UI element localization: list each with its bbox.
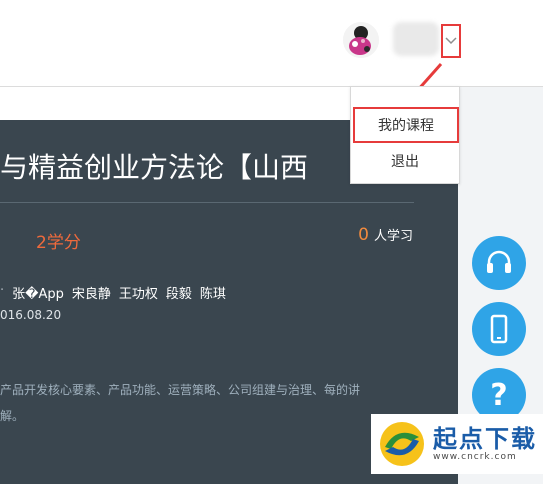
course-date: 016.08.20 [0, 308, 62, 322]
support-button[interactable] [472, 236, 526, 290]
menu-item-my-courses[interactable]: 我的课程 [353, 107, 459, 143]
avatar[interactable] [343, 22, 379, 58]
username-blurred[interactable] [393, 22, 439, 56]
watermark: 起点下载 www.cncrk.com [371, 414, 543, 474]
avatar-image [343, 22, 379, 58]
teacher-name[interactable]: 张�App [12, 283, 64, 302]
chevron-down-icon [445, 37, 457, 45]
watermark-url: www.cncrk.com [433, 452, 517, 462]
teacher-name[interactable]: 宋良静 [72, 283, 111, 302]
teacher-list: · 张�App 宋良静 王功权 段毅 陈琪 [0, 283, 226, 302]
course-title: 与精益创业方法论【山西 [0, 151, 309, 184]
user-dropdown-menu: 我的课程 退出 [350, 86, 460, 184]
top-bar [0, 0, 543, 87]
teacher-name[interactable]: 陈琪 [200, 283, 226, 302]
mobile-phone-icon [490, 314, 508, 344]
learner-count-value: 0 [358, 225, 369, 245]
course-credits: 2学分 [36, 233, 81, 253]
watermark-logo [380, 422, 424, 466]
mobile-app-button[interactable] [472, 302, 526, 356]
teacher-name[interactable]: 段毅 [166, 283, 192, 302]
watermark-title: 起点下载 [433, 425, 537, 453]
course-description: 产品开发核心要素、产品功能、运营策略、公司组建与治理、每的讲解。 [0, 383, 361, 423]
learner-count: 0 人学习 [358, 225, 413, 245]
menu-item-logout[interactable]: 退出 [351, 147, 459, 177]
teacher-separator: · [0, 283, 5, 298]
teacher-name[interactable]: 王功权 [119, 283, 158, 302]
user-menu-toggle[interactable] [441, 24, 461, 58]
headset-icon [487, 250, 511, 273]
learner-count-label: 人学习 [373, 229, 413, 244]
question-mark-icon: ? [490, 377, 508, 413]
divider [0, 202, 414, 203]
